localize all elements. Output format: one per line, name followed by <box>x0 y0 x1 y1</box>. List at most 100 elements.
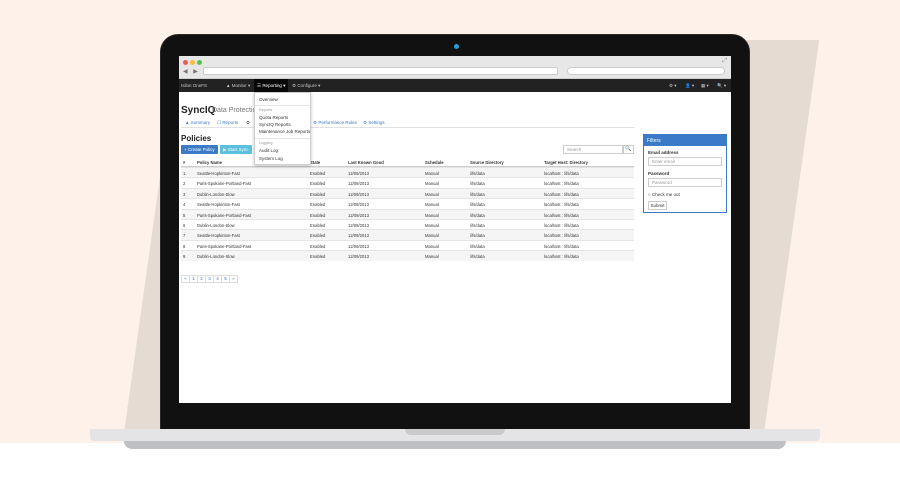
nav-configure[interactable]: ⚙ Configure ▾ <box>292 83 320 89</box>
search-icon[interactable]: 🔍 <box>623 145 634 154</box>
nav-reporting[interactable]: ☰ Reporting ▾ <box>254 79 289 92</box>
bar-chart-icon: ▲ <box>185 120 190 125</box>
table-cell: 3 <box>183 191 186 197</box>
tab-settings-label: Settings <box>368 120 385 125</box>
back-forward-buttons[interactable]: ◀ ▶ <box>183 68 200 75</box>
tab-performance-rules-label: Performance Rules <box>318 120 357 125</box>
table-cell: Enabled <box>310 212 326 218</box>
start-sync-button[interactable]: ▶ Start Sync <box>220 145 252 154</box>
app-navbar: Isilon OneFS ▲ Monitor ▾ ☰ Reporting ▾ ⚙… <box>179 79 731 92</box>
table-row[interactable]: 8 Paris-Spokane-Portland-Fast Enabled 12/09… <box>181 239 634 250</box>
browser-search-bar[interactable] <box>567 67 725 75</box>
table-cell: 2 <box>183 181 186 187</box>
menu-item-quota-reports[interactable]: Quota Reports <box>259 115 288 120</box>
browser-chrome: ⤢ ◀ ▶ <box>179 56 731 79</box>
table-cell: Enabled <box>310 171 326 176</box>
maximize-window-icon[interactable] <box>197 60 202 65</box>
table-header: # Policy Name State Last Known Good Sche… <box>181 157 634 167</box>
menu-divider <box>255 138 310 139</box>
tab-performance-rules[interactable]: ⚙ Performance Rules <box>313 120 357 126</box>
tab-settings[interactable]: ⚙ Settings <box>363 120 385 126</box>
table-cell: localhost : /ifs/data <box>544 233 579 239</box>
table-cell: localhost : /ifs/data <box>544 202 579 208</box>
table-row[interactable]: 2 Paris-Spokane-Portland-Fast Enabled 12/09… <box>181 177 634 187</box>
table-cell: Enabled <box>310 254 326 260</box>
table-cell: Seattle-Hopkinton-Fast <box>197 233 240 239</box>
tab-reports-label: Reports <box>222 120 239 125</box>
close-window-icon[interactable] <box>183 60 188 65</box>
settings-menu[interactable]: ⚙ ▾ <box>669 83 677 89</box>
create-policy-button[interactable]: + Create Policy <box>181 145 218 154</box>
table-cell: 12/09/2013 <box>348 191 369 197</box>
page-title: SyncIQ <box>181 105 216 116</box>
table-cell: localhost : /ifs/data <box>544 191 579 197</box>
table-cell: localhost : /ifs/data <box>544 254 579 260</box>
table-row[interactable]: 9 Dublin-London-Slow Enabled 12/09/2013 Manu… <box>181 250 634 261</box>
table-cell: 7 <box>183 233 186 239</box>
table-cell: 6 <box>183 222 186 228</box>
table-cell: localhost : /ifs/data <box>544 212 579 218</box>
table-cell: /ifs/data <box>470 181 485 187</box>
minimize-window-icon[interactable] <box>190 60 195 65</box>
password-field[interactable]: Password <box>648 178 722 187</box>
url-bar[interactable] <box>203 67 558 75</box>
camera-icon <box>454 44 459 49</box>
table-cell: localhost : /ifs/data <box>544 181 579 187</box>
submit-button[interactable]: Submit <box>648 201 667 210</box>
table-cell: Enabled <box>310 202 326 208</box>
brand-logo[interactable]: Isilon OneFS <box>181 83 207 88</box>
table-cell: 12/09/2013 <box>348 202 369 208</box>
tab-policies[interactable]: ⚙ <box>246 120 250 126</box>
checkbox-label: Check me out <box>651 192 680 197</box>
email-field[interactable]: Enter email <box>648 157 722 166</box>
menu-item-overview[interactable]: Overview <box>259 97 278 102</box>
table-row[interactable]: 6 Dublin-London-Slow Enabled 12/09/2013 Manu… <box>181 218 634 229</box>
checkbox-icon[interactable]: ○ <box>648 192 651 197</box>
plus-icon: + <box>184 147 187 152</box>
gear-icon: ⚙ <box>246 120 251 125</box>
table-cell: Enabled <box>310 233 326 239</box>
email-label: Email address <box>648 150 679 155</box>
nav-configure-label: Configure ▾ <box>297 83 321 88</box>
table-row[interactable]: 3 Dublin-London-Slow Enabled 12/09/2013 Manu… <box>181 187 634 199</box>
menu-item-synciq-reports[interactable]: SyncIQ Reports <box>259 122 291 127</box>
column-header: Last Known Good <box>348 160 384 165</box>
apps-menu[interactable]: ▦ ▾ <box>701 83 709 89</box>
policy-search-input[interactable]: Search <box>563 145 623 154</box>
reporting-dropdown: Overview Reports Quota Reports SyncIQ Re… <box>254 92 311 165</box>
nav-monitor[interactable]: ▲ Monitor ▾ <box>226 83 250 89</box>
search-menu[interactable]: 🔍 ▾ <box>717 83 726 89</box>
page-subtitle: Data Protection <box>212 107 261 114</box>
user-menu[interactable]: 👤 ▾ <box>685 83 694 89</box>
table-cell: Manual <box>425 212 439 218</box>
pagination: «1 2 3 4 5» <box>181 275 238 283</box>
table-cell: Manual <box>425 191 439 197</box>
table-cell: Seattle-Hopkinton-Fast <box>197 171 240 176</box>
document-icon: ☐ <box>217 120 222 125</box>
table-row[interactable]: 7 Seattle-Hopkinton-Fast Enabled 12/09/2013… <box>181 229 634 240</box>
table-cell: Paris-Spokane-Portland-Fast <box>197 181 251 187</box>
table-row[interactable]: 5 Paris-Spokane-Portland-Fast Enabled 12/09… <box>181 208 634 219</box>
check-me-out-checkbox[interactable]: ○ Check me out <box>648 192 680 197</box>
password-label: Password <box>648 171 670 176</box>
table-cell: Dublin-London-Slow <box>197 254 235 260</box>
table-row[interactable]: 4 Seattle-Hopkinton-Fast Enabled 12/09/2013… <box>181 198 634 208</box>
table-cell: 12/09/2013 <box>348 212 369 218</box>
menu-item-system-log[interactable]: System Log <box>259 156 283 161</box>
tab-summary[interactable]: ▲ Summary <box>185 120 210 125</box>
tab-divider <box>181 127 635 128</box>
menu-item-audit-log[interactable]: Audit Log <box>259 148 278 153</box>
menu-item-maintenance-job-reports[interactable]: Maintenance Job Reports <box>259 129 310 134</box>
column-header: Target Host: Directory <box>544 160 588 165</box>
table-cell: /ifs/data <box>470 233 485 239</box>
table-row[interactable]: 1 Seattle-Hopkinton-Fast Enabled 12/09/2013… <box>181 167 634 178</box>
tab-reports[interactable]: ☐ Reports <box>217 120 238 126</box>
table-cell: Manual <box>425 233 439 239</box>
table-cell: /ifs/data <box>470 202 485 208</box>
page-link[interactable]: » <box>229 275 238 283</box>
table-cell: Dublin-London-Slow <box>197 191 235 197</box>
table-cell: /ifs/data <box>470 191 485 197</box>
table-cell: 12/09/2013 <box>348 233 369 239</box>
menu-section-reports: Reports <box>259 108 273 112</box>
fullscreen-icon[interactable]: ⤢ <box>722 58 727 65</box>
